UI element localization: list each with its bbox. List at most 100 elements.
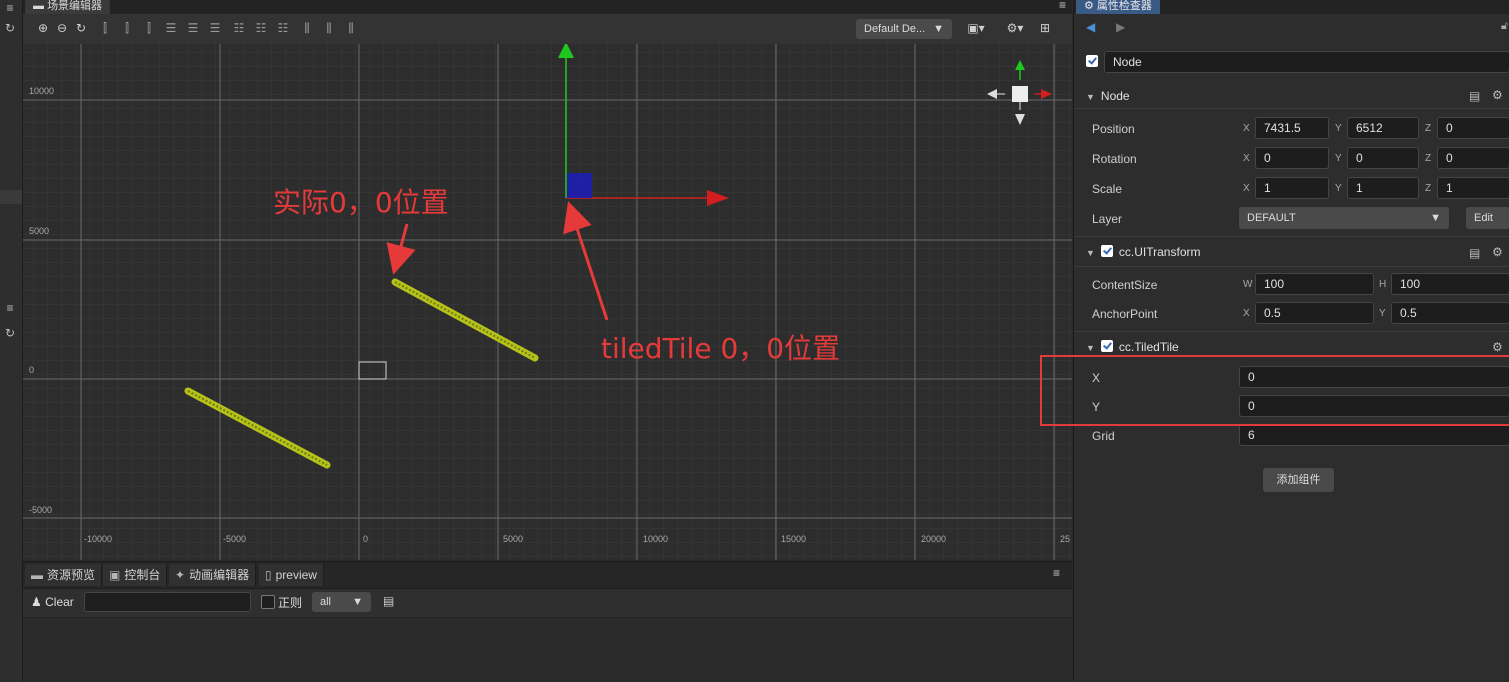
- ruler-x-label: 25: [1060, 534, 1070, 544]
- section-divider: [1074, 266, 1509, 267]
- rotation-x-input[interactable]: 0: [1255, 147, 1329, 169]
- axis-z-label: Z: [1425, 123, 1432, 134]
- menu-icon[interactable]: ≡: [1053, 566, 1060, 580]
- left-dock-strip: ≡ ↻ ≡ ↻: [0, 0, 23, 681]
- axis-x-label: X: [1243, 183, 1250, 194]
- refresh-icon[interactable]: ↻: [2, 20, 18, 36]
- tab-preview-label: preview: [275, 568, 317, 582]
- grid-label: Grid: [1092, 429, 1115, 443]
- layer-select-value: DEFAULT: [1247, 212, 1296, 224]
- position-y-input[interactable]: 6512: [1347, 117, 1419, 139]
- section-divider: [1074, 331, 1509, 332]
- tab-animation-editor[interactable]: ✦ 动画编辑器: [169, 564, 257, 586]
- log-level-value: all: [320, 596, 332, 608]
- scale-y-input[interactable]: 1: [1347, 177, 1419, 199]
- axis-h-label: H: [1379, 279, 1387, 290]
- distribute-top-icon[interactable]: ☷: [231, 20, 247, 36]
- tab-inspector-label: 属性检查器: [1096, 0, 1152, 12]
- lock-icon[interactable]: 🔓︎: [1501, 20, 1508, 33]
- position-z-input[interactable]: 0: [1437, 117, 1509, 139]
- node-active-checkbox[interactable]: [1086, 54, 1104, 69]
- scene-canvas[interactable]: 10000 5000 0 -5000 -10000 -5000 0 5000 1…: [23, 44, 1072, 560]
- align-left-icon[interactable]: ⫿: [97, 20, 113, 36]
- menu-icon[interactable]: ≡: [2, 300, 18, 316]
- align-center-icon[interactable]: ⫿: [119, 20, 135, 36]
- anchorpoint-x-input[interactable]: 0.5: [1255, 302, 1374, 324]
- reset-icon[interactable]: ↻: [73, 20, 89, 36]
- tab-inspector[interactable]: ⚙ 属性检查器: [1076, 0, 1160, 14]
- tiledtile-enabled-checkbox[interactable]: [1100, 340, 1113, 352]
- tab-animation-editor-label: 动画编辑器: [189, 568, 250, 582]
- tab-console[interactable]: ▣ 控制台: [103, 564, 168, 586]
- node-name-input[interactable]: Node: [1104, 51, 1509, 73]
- regex-checkbox[interactable]: [261, 595, 275, 609]
- gizmo-xy-plane[interactable]: [567, 173, 592, 198]
- camera-select[interactable]: Default De... ▼: [856, 19, 952, 39]
- ruler-x-label: 0: [363, 534, 368, 544]
- axis-y-label: Y: [1335, 123, 1342, 134]
- inspector-panel: ⚙ 属性检查器 ◀ ▶ 🔓︎ Node ▼ Node ▤ ⚙ Position X…: [1073, 0, 1509, 681]
- clear-button[interactable]: ♟ Clear: [31, 595, 74, 609]
- gear-icon[interactable]: ⚙: [1492, 88, 1503, 102]
- distribute-left-icon[interactable]: ⫼: [299, 20, 315, 36]
- regex-label: 正则: [278, 596, 303, 610]
- position-label: Position: [1092, 122, 1135, 136]
- tab-console-label: 控制台: [124, 568, 161, 582]
- distribute-center-icon[interactable]: ⫼: [321, 20, 337, 36]
- tab-scene-editor[interactable]: ▬ 场景编辑器: [25, 0, 111, 14]
- section-tiledtile-title: cc.TiledTile: [1118, 340, 1179, 354]
- layer-select[interactable]: DEFAULT ▼: [1239, 207, 1449, 229]
- axis-w-label: W: [1243, 279, 1253, 290]
- ruler-x-label: -5000: [223, 534, 246, 544]
- caret-down-icon: ▼: [1086, 248, 1095, 258]
- distribute-right-icon[interactable]: ⫼: [343, 20, 359, 36]
- align-right-icon[interactable]: ⫿: [141, 20, 157, 36]
- position-x-input[interactable]: 7431.5: [1255, 117, 1329, 139]
- section-uitransform[interactable]: ▼ cc.UITransform: [1074, 240, 1509, 264]
- add-component-button[interactable]: 添加组件: [1263, 468, 1334, 492]
- grid-input[interactable]: 6: [1239, 424, 1509, 446]
- align-middle-icon[interactable]: ☰: [185, 20, 201, 36]
- scale-x-input[interactable]: 1: [1255, 177, 1329, 199]
- scene-viewport[interactable]: 10000 5000 0 -5000 -10000 -5000 0 5000 1…: [23, 44, 1072, 560]
- ruler-x-label: -10000: [84, 534, 112, 544]
- rotation-y-input[interactable]: 0: [1347, 147, 1419, 169]
- contentsize-h-input[interactable]: 100: [1391, 273, 1509, 295]
- align-bottom-icon[interactable]: ☰: [207, 20, 223, 36]
- forward-arrow-icon[interactable]: ▶: [1116, 20, 1125, 34]
- book-icon[interactable]: ▤: [1469, 246, 1480, 260]
- tab-asset-preview[interactable]: ▬ 资源预览: [25, 564, 103, 586]
- zoom-out-icon[interactable]: ⊖: [54, 20, 70, 36]
- rotation-z-input[interactable]: 0: [1437, 147, 1509, 169]
- gear-icon[interactable]: ⚙▾: [1003, 20, 1027, 36]
- zoom-in-icon[interactable]: ⊕: [35, 20, 51, 36]
- align-top-icon[interactable]: ☰: [163, 20, 179, 36]
- gear-icon[interactable]: ⚙: [1492, 245, 1503, 259]
- distribute-bottom-icon[interactable]: ☷: [275, 20, 291, 36]
- console-filter-input[interactable]: [84, 592, 251, 612]
- grid-view-icon[interactable]: ⊞: [1037, 20, 1053, 36]
- console-tabbar: ▬ 资源预览 ▣ 控制台 ✦ 动画编辑器 ▯ preview ≡: [23, 562, 1072, 589]
- refresh-icon[interactable]: ↻: [2, 325, 18, 341]
- gear-icon[interactable]: ⚙: [1492, 340, 1503, 354]
- menu-icon[interactable]: ≡: [1059, 0, 1066, 12]
- scale-z-input[interactable]: 1: [1437, 177, 1509, 199]
- uitransform-enabled-checkbox[interactable]: [1100, 245, 1113, 257]
- distribute-middle-icon[interactable]: ☷: [253, 20, 269, 36]
- book-icon[interactable]: ▤: [1469, 89, 1480, 103]
- anchorpoint-y-input[interactable]: 0.5: [1391, 302, 1509, 324]
- console-panel: ▬ 资源预览 ▣ 控制台 ✦ 动画编辑器 ▯ preview ≡ ♟ Clear 正则 …: [23, 561, 1072, 682]
- clear-icon: ♟: [31, 595, 42, 609]
- camera-icon[interactable]: ▣▾: [963, 20, 989, 36]
- layer-label: Layer: [1092, 212, 1123, 226]
- contentsize-w-input[interactable]: 100: [1255, 273, 1374, 295]
- layer-edit-button[interactable]: Edit: [1466, 207, 1509, 229]
- back-arrow-icon[interactable]: ◀: [1086, 20, 1095, 34]
- annotation-highlight-box: [1040, 355, 1509, 426]
- ruler-y-label: 5000: [29, 226, 49, 236]
- doc-icon[interactable]: ▤: [383, 594, 394, 608]
- tab-preview[interactable]: ▯ preview: [259, 564, 324, 586]
- menu-icon[interactable]: ≡: [2, 0, 18, 16]
- log-level-select[interactable]: all ▼: [312, 592, 371, 612]
- section-node[interactable]: ▼ Node: [1074, 84, 1509, 108]
